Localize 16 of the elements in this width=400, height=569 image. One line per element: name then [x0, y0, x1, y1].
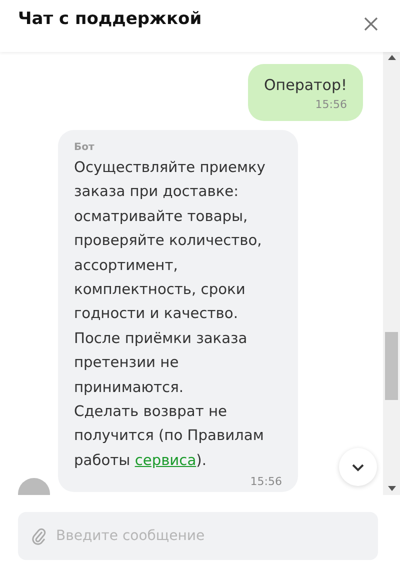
- message-time: 15:56: [315, 98, 347, 111]
- scroll-down-icon[interactable]: [388, 486, 396, 491]
- scroll-to-bottom-button[interactable]: [339, 448, 377, 486]
- message-time: 15:56: [250, 475, 282, 488]
- scroll-up-icon[interactable]: [388, 55, 396, 60]
- chevron-down-icon: [351, 462, 365, 472]
- sender-name: Бот: [74, 142, 96, 153]
- scrollbar-thumb[interactable]: [385, 332, 398, 400]
- scrollbar[interactable]: [383, 52, 400, 495]
- chat-title: Чат с поддержкой: [18, 9, 202, 29]
- message-composer[interactable]: Введите сообщение: [18, 512, 378, 560]
- paperclip-icon[interactable]: [32, 527, 46, 545]
- message-text: Осуществляйте приемку заказа при доставке: осматривайте товары, проверяйте количество, ассортимент, комплектность, сроки годности и качество. После приёмки заказа претензии не принимаются. Сделать возврат не получится (по Правилам работы сервиса).: [74, 158, 266, 471]
- message-text: Оператор!: [264, 76, 347, 94]
- message-field[interactable]: Введите сообщение: [54, 527, 364, 545]
- service-link[interactable]: сервиса: [134, 452, 196, 469]
